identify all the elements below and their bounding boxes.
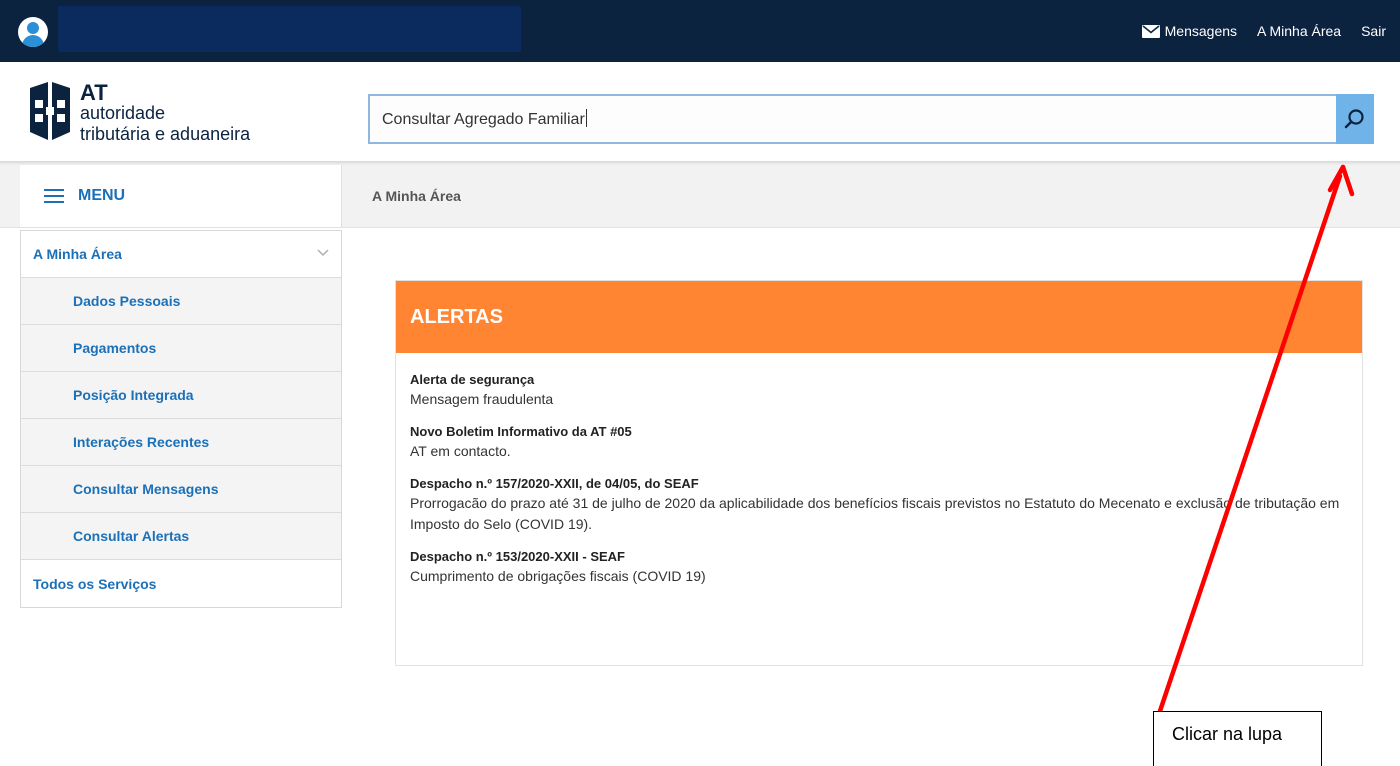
search-button[interactable] bbox=[1336, 94, 1374, 144]
sidebar-item-messages[interactable]: Consultar Mensagens bbox=[21, 466, 341, 513]
top-bar: Mensagens A Minha Área Sair bbox=[0, 0, 1400, 62]
sidebar-item-my-area[interactable]: A Minha Área bbox=[21, 231, 341, 278]
logo-abbr: AT bbox=[80, 80, 108, 105]
messages-link-label: Mensagens bbox=[1164, 23, 1238, 39]
sidebar: A Minha Área Dados Pessoais Pagamentos P… bbox=[20, 230, 342, 608]
menu-toggle[interactable]: MENU bbox=[20, 165, 342, 227]
search-bar: Consultar Agregado Familiar bbox=[368, 94, 1374, 144]
alert-item[interactable]: Novo Boletim Informativo da AT #05 AT em… bbox=[410, 423, 1348, 462]
sidebar-item-label: A Minha Área bbox=[33, 246, 122, 262]
my-area-link[interactable]: A Minha Área bbox=[1257, 23, 1341, 39]
alert-title[interactable]: Despacho n.º 153/2020-XXII - SEAF bbox=[410, 548, 1348, 566]
sidebar-item-label: Pagamentos bbox=[73, 340, 157, 356]
top-links: Mensagens A Minha Área Sair bbox=[1141, 0, 1400, 62]
sidebar-item-label: Posição Integrada bbox=[73, 387, 194, 403]
messages-link[interactable]: Mensagens bbox=[1141, 23, 1238, 39]
sidebar-item-payments[interactable]: Pagamentos bbox=[21, 325, 341, 372]
sidebar-item-personal-data[interactable]: Dados Pessoais bbox=[21, 278, 341, 325]
alerts-header: ALERTAS bbox=[396, 281, 1362, 353]
search-icon bbox=[1344, 109, 1364, 129]
alert-text: Prorrogacão do prazo até 31 de julho de … bbox=[410, 495, 1340, 532]
coat-of-arms-icon bbox=[30, 82, 70, 140]
divider bbox=[0, 227, 1400, 228]
alert-text: Mensagem fraudulenta bbox=[410, 391, 554, 407]
alert-item[interactable]: Despacho n.º 153/2020-XXII - SEAF Cumpri… bbox=[410, 548, 1348, 587]
sidebar-item-all-services[interactable]: Todos os Serviços bbox=[21, 560, 341, 607]
hamburger-icon bbox=[44, 189, 64, 203]
search-input[interactable] bbox=[368, 94, 1336, 144]
sidebar-item-label: Interações Recentes bbox=[73, 434, 210, 450]
alert-text: AT em contacto. bbox=[410, 443, 511, 459]
alerts-list: Alerta de segurança Mensagem fraudulenta… bbox=[396, 353, 1362, 587]
sidebar-item-integrated-position[interactable]: Posição Integrada bbox=[21, 372, 341, 419]
alert-title[interactable]: Novo Boletim Informativo da AT #05 bbox=[410, 423, 1348, 441]
menu-title: MENU bbox=[78, 187, 126, 204]
alert-title[interactable]: Alerta de segurança bbox=[410, 371, 1348, 389]
breadcrumb-bar: A Minha Área bbox=[342, 165, 1400, 227]
alert-text: Cumprimento de obrigações fiscais (COVID… bbox=[410, 568, 706, 584]
chevron-down-icon[interactable] bbox=[317, 249, 329, 257]
user-avatar-icon[interactable] bbox=[18, 17, 48, 47]
alerts-panel: ALERTAS Alerta de segurança Mensagem fra… bbox=[395, 280, 1363, 666]
alerts-title: ALERTAS bbox=[410, 305, 503, 328]
alert-title[interactable]: Despacho n.º 157/2020-XXII, de 04/05, do… bbox=[410, 475, 1348, 493]
at-logo[interactable]: AT autoridade tributária e aduaneira bbox=[26, 80, 296, 150]
sidebar-item-label: Todos os Serviços bbox=[33, 575, 157, 592]
annotation-callout: Clicar na lupa bbox=[1153, 711, 1322, 766]
sidebar-item-alerts[interactable]: Consultar Alertas bbox=[21, 513, 341, 560]
redacted-user-name bbox=[58, 6, 521, 52]
annotation-text: Clicar na lupa bbox=[1172, 724, 1283, 744]
alert-item[interactable]: Alerta de segurança Mensagem fraudulenta bbox=[410, 371, 1348, 410]
breadcrumb: A Minha Área bbox=[372, 188, 461, 204]
breadcrumb-strip bbox=[0, 165, 20, 227]
alert-item[interactable]: Despacho n.º 157/2020-XXII, de 04/05, do… bbox=[410, 475, 1348, 535]
logout-link[interactable]: Sair bbox=[1361, 23, 1386, 39]
sidebar-item-recent-interactions[interactable]: Interações Recentes bbox=[21, 419, 341, 466]
sidebar-item-label: Dados Pessoais bbox=[73, 293, 181, 309]
logo-line-2: tributária e aduaneira bbox=[80, 124, 251, 144]
logo-line-1: autoridade bbox=[80, 103, 166, 123]
sidebar-item-label: Consultar Alertas bbox=[73, 528, 190, 544]
sidebar-item-label: Consultar Mensagens bbox=[73, 481, 219, 497]
envelope-icon bbox=[1141, 24, 1160, 38]
